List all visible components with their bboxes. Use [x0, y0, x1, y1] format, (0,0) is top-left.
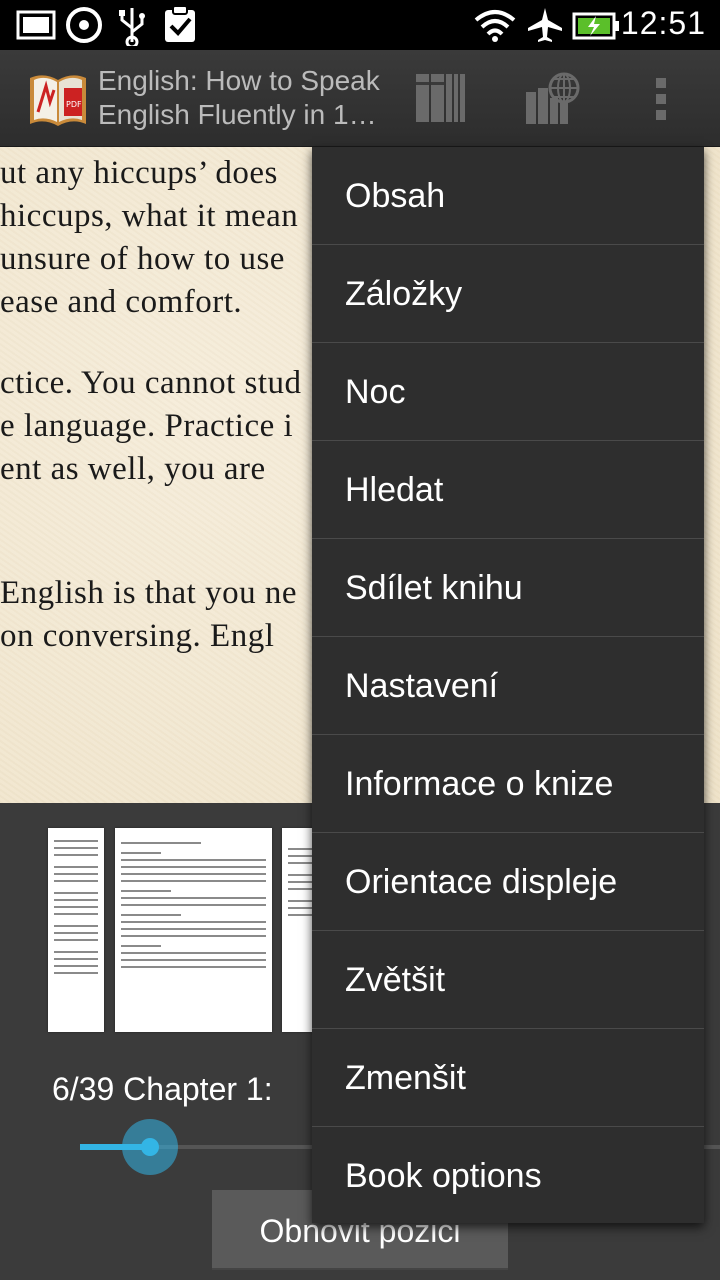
menu-item-book-options[interactable]: Book options	[312, 1127, 704, 1225]
action-bar: PDF English: How to Speak English Fluent…	[0, 50, 720, 147]
menu-item-book-info[interactable]: Informace o knize	[312, 735, 704, 833]
page-line: e language. Practice i	[0, 408, 294, 444]
menu-item-zoom-in[interactable]: Zvětšit	[312, 931, 704, 1029]
page-slider-handle[interactable]	[122, 1119, 179, 1175]
battery-charging-icon	[572, 12, 619, 40]
airplane-mode-icon	[528, 8, 562, 42]
page-line: on conversing. Engl	[0, 618, 275, 654]
network-library-icon[interactable]	[522, 68, 582, 128]
menu-item-night[interactable]: Noc	[312, 343, 704, 441]
menu-item-zoom-out[interactable]: Zmenšit	[312, 1029, 704, 1127]
sync-icon	[66, 7, 102, 43]
page-thumbnail[interactable]	[48, 828, 104, 1032]
page-line: hiccups, what it mean	[0, 198, 299, 234]
book-title: English: How to Speak English Fluently i…	[98, 64, 398, 132]
overflow-menu: Obsah Záložky Noc Hledat Sdílet knihu Na…	[312, 147, 704, 1223]
book-title-line2: English Fluently in 1…	[98, 99, 377, 130]
wifi-icon	[474, 10, 516, 42]
app-pdf-book-icon[interactable]: PDF	[26, 72, 90, 128]
menu-item-bookmarks[interactable]: Záložky	[312, 245, 704, 343]
page-line: unsure of how to use	[0, 241, 285, 277]
library-icon[interactable]	[412, 68, 470, 126]
chapter-position-label: 6/39 Chapter 1:	[52, 1071, 273, 1107]
menu-item-contents[interactable]: Obsah	[312, 147, 704, 245]
page-thumbnail-current[interactable]	[115, 828, 272, 1032]
page-line: ease and comfort.	[0, 284, 243, 320]
status-clock: 12:51	[620, 5, 706, 41]
gallery-icon	[16, 10, 56, 40]
clipboard-check-icon	[165, 5, 195, 42]
menu-item-search[interactable]: Hledat	[312, 441, 704, 539]
page-line: English is that you ne	[0, 575, 297, 611]
usb-icon	[119, 8, 145, 46]
page-line: ut any hiccups’ does	[0, 155, 278, 191]
page-line: ent as well, you are	[0, 451, 266, 487]
menu-item-screen-orientation[interactable]: Orientace displeje	[312, 833, 704, 931]
menu-item-settings[interactable]: Nastavení	[312, 637, 704, 735]
status-bar: 12:51	[0, 0, 720, 50]
page-line: ctice. You cannot stud	[0, 365, 302, 401]
svg-text:PDF: PDF	[66, 100, 82, 109]
overflow-menu-icon[interactable]	[652, 74, 672, 124]
menu-item-share-book[interactable]: Sdílet knihu	[312, 539, 704, 637]
book-title-line1: English: How to Speak	[98, 65, 380, 96]
